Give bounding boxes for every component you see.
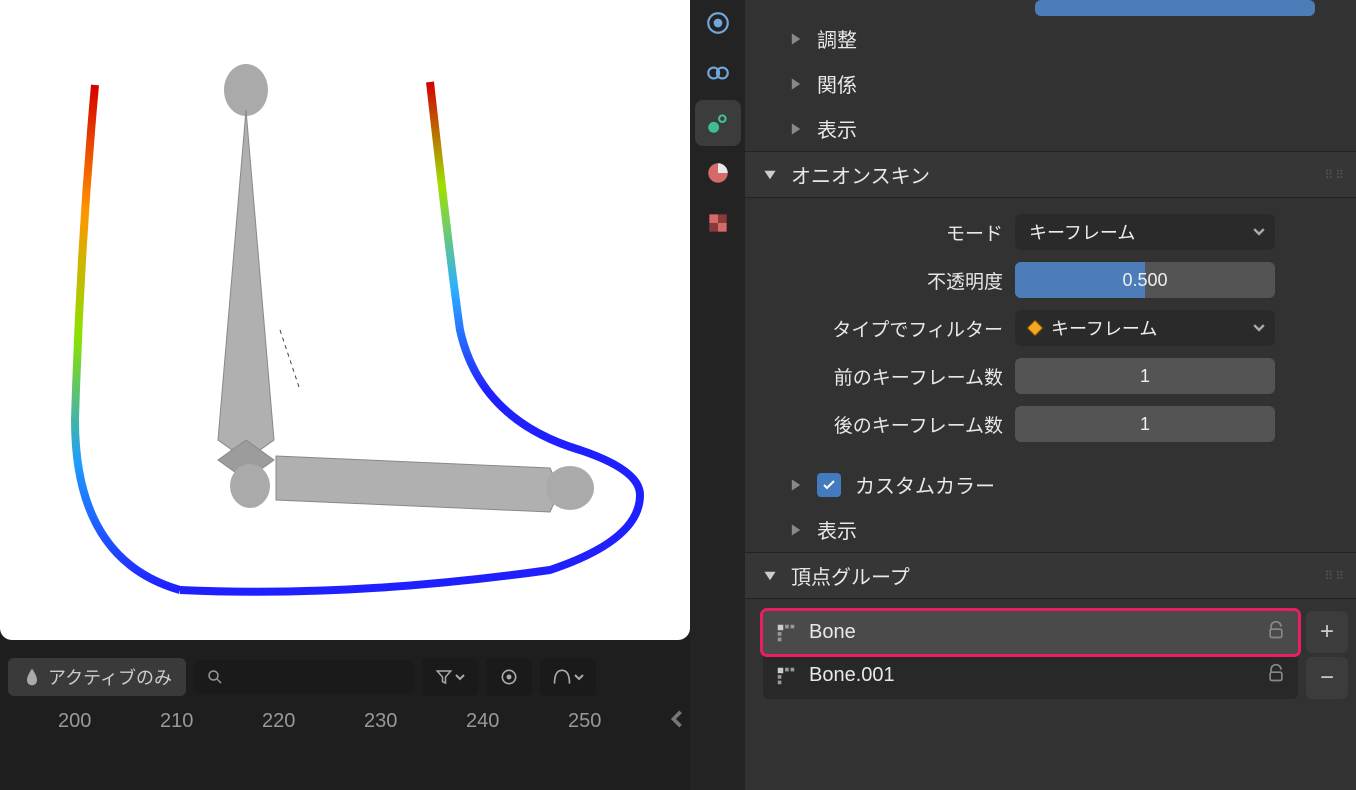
panel-label: オニオンスキン (791, 160, 930, 189)
filter-button[interactable] (422, 658, 478, 696)
active-only-toggle[interactable]: アクティブのみ (8, 658, 186, 696)
triangle-right-icon (789, 32, 803, 46)
dropdown-mode[interactable]: キーフレーム (1015, 214, 1275, 250)
timeline-area: アクティブのみ 200 210 220 230 240 250 (0, 652, 690, 742)
vertex-group-item[interactable]: Bone.001 (763, 654, 1298, 697)
checkbox-custom-color[interactable] (817, 473, 841, 497)
panel-display-2[interactable]: 表示 (745, 507, 1356, 552)
field-next-keyframes: 後のキーフレーム数 1 (745, 400, 1356, 448)
properties-panel: 調整 関係 表示 オニオンスキン ⠿⠿ モード キーフレーム 不透明度 (690, 0, 1356, 790)
panel-display[interactable]: 表示 (745, 106, 1356, 151)
ruler-tick: 240 (466, 710, 499, 733)
vertex-group-name: Bone.001 (809, 664, 895, 687)
search-icon (206, 668, 224, 686)
panel-relation[interactable]: 関係 (745, 61, 1356, 106)
panel-label: カスタムカラー (855, 470, 995, 499)
ruler-tick: 200 (58, 710, 91, 733)
chevron-down-icon (574, 672, 584, 682)
record-button[interactable] (486, 658, 532, 696)
label-mode: モード (805, 219, 1015, 246)
triangle-right-icon (789, 77, 803, 91)
curve-icon (552, 667, 572, 687)
lock-icon[interactable] (1266, 620, 1286, 646)
funnel-icon (435, 668, 453, 686)
panel-onion-skin-header[interactable]: オニオンスキン ⠿⠿ (745, 151, 1356, 198)
ruler-tick: 220 (262, 710, 295, 733)
chevron-down-icon (1253, 222, 1265, 243)
dropdown-value: キーフレーム (1029, 219, 1135, 245)
timeline-ruler[interactable]: 200 210 220 230 240 250 (0, 702, 690, 742)
3d-viewport[interactable] (0, 0, 690, 640)
vertex-group-name: Bone (809, 621, 856, 644)
slider-value: 0.500 (1122, 270, 1167, 291)
tab-texture[interactable] (695, 200, 741, 246)
panel-label: 調整 (817, 24, 857, 53)
check-icon (821, 477, 837, 493)
tab-material[interactable] (695, 150, 741, 196)
label-filter: タイプでフィルター (805, 315, 1015, 342)
panel-custom-color[interactable]: カスタムカラー (745, 462, 1356, 507)
properties-body: 調整 関係 表示 オニオンスキン ⠿⠿ モード キーフレーム 不透明度 (745, 0, 1356, 790)
tab-constraints[interactable] (695, 50, 741, 96)
triangle-down-icon (763, 569, 777, 583)
circle-dot-icon (499, 667, 519, 687)
add-vertex-group-button[interactable]: + (1306, 611, 1348, 653)
number-next-kf[interactable]: 1 (1015, 406, 1275, 442)
search-input[interactable] (194, 660, 414, 694)
droplet-icon (22, 667, 42, 687)
field-opacity: 不透明度 0.500 (745, 256, 1356, 304)
label-next-kf: 後のキーフレーム数 (805, 411, 1015, 438)
vertex-group-item[interactable]: Bone (763, 611, 1298, 654)
panel-label: 関係 (817, 69, 857, 98)
field-prev-keyframes: 前のキーフレーム数 1 (745, 352, 1356, 400)
interpolation-button[interactable] (540, 658, 596, 696)
vertex-group-icon (775, 622, 797, 644)
vertex-group-container: Bone Bone.001 + − (745, 599, 1356, 699)
drag-handle-icon[interactable]: ⠿⠿ (1324, 168, 1346, 182)
active-only-label: アクティブのみ (48, 664, 172, 690)
scroll-left-icon[interactable] (668, 710, 686, 738)
properties-tab-strip (690, 0, 745, 790)
triangle-right-icon (789, 523, 803, 537)
slider-top[interactable] (1035, 0, 1315, 16)
chevron-down-icon (455, 672, 465, 682)
triangle-right-icon (789, 122, 803, 136)
field-filter-type: タイプでフィルター キーフレーム (745, 304, 1356, 352)
dropdown-filter[interactable]: キーフレーム (1015, 310, 1275, 346)
tab-render[interactable] (695, 0, 741, 46)
number-value: 1 (1140, 414, 1150, 435)
ruler-tick: 210 (160, 710, 193, 733)
drag-handle-icon[interactable]: ⠿⠿ (1324, 569, 1346, 583)
label-prev-kf: 前のキーフレーム数 (805, 363, 1015, 390)
field-mode: モード キーフレーム (745, 208, 1356, 256)
vertex-group-side-buttons: + − (1306, 611, 1348, 699)
vertex-group-list[interactable]: Bone Bone.001 (763, 611, 1298, 699)
keyframe-icon (1027, 320, 1044, 337)
dropdown-value: キーフレーム (1051, 315, 1157, 341)
number-prev-kf[interactable]: 1 (1015, 358, 1275, 394)
timeline-toolbar: アクティブのみ (0, 652, 690, 702)
panel-label: 表示 (817, 114, 857, 143)
chevron-down-icon (1253, 318, 1265, 339)
label-opacity: 不透明度 (805, 267, 1015, 294)
triangle-right-icon (789, 478, 803, 492)
ruler-tick: 230 (364, 710, 397, 733)
lock-icon[interactable] (1266, 663, 1286, 689)
panel-vertex-groups-header[interactable]: 頂点グループ ⠿⠿ (745, 552, 1356, 599)
panel-label: 頂点グループ (791, 561, 910, 590)
vertex-group-icon (775, 665, 797, 687)
panel-label: 表示 (817, 515, 857, 544)
tab-greasepencil[interactable] (695, 100, 741, 146)
triangle-down-icon (763, 168, 777, 182)
slider-opacity[interactable]: 0.500 (1015, 262, 1275, 298)
number-value: 1 (1140, 366, 1150, 387)
remove-vertex-group-button[interactable]: − (1306, 657, 1348, 699)
ruler-tick: 250 (568, 710, 601, 733)
panel-adjust[interactable]: 調整 (745, 16, 1356, 61)
